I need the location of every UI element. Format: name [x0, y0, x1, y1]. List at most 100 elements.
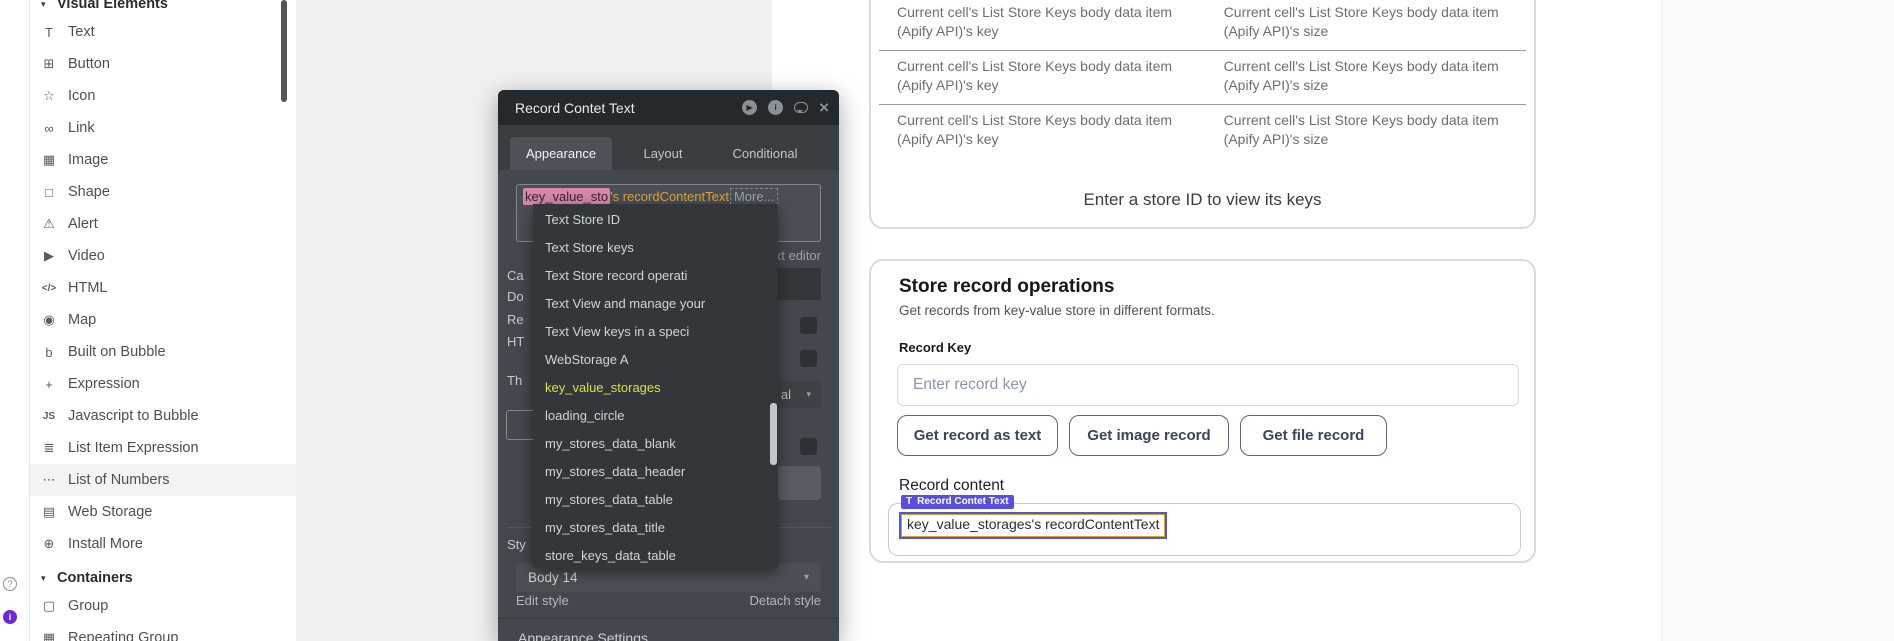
dropdown-item-my-stores-data-table[interactable]: my_stores_data_table [533, 486, 778, 514]
dropdown-item-text-store-record-operati[interactable]: Text Store record operati [533, 262, 778, 290]
dropdown-item-loading-circle[interactable]: loading_circle [533, 402, 778, 430]
storage-icon: ▤ [39, 504, 59, 520]
tab-layout[interactable]: Layout [612, 137, 714, 170]
sidebar-section-label: Visual Elements [57, 0, 168, 12]
record-key-input[interactable] [897, 364, 1519, 406]
sidebar-item-button[interactable]: ⊞Button [30, 48, 296, 80]
sidebar-item-text[interactable]: TText [30, 16, 296, 48]
preview-icon[interactable]: ▶ [742, 100, 757, 115]
sidebar-item-web-storage[interactable]: ▤Web Storage [30, 496, 296, 528]
field-label-fragment-th: Th [507, 373, 522, 388]
property-inspector-panel[interactable]: Record Contet Text ▶ i × AppearanceLayou… [498, 90, 839, 641]
store-keys-card[interactable]: Current cell's List Store Keys body data… [869, 0, 1536, 229]
get-file-record-button[interactable]: Get file record [1240, 415, 1387, 456]
size-cell: Current cell's List Store Keys body data… [1224, 57, 1508, 104]
dropdown-item-my-stores-data-header[interactable]: my_stores_data_header [533, 458, 778, 486]
edit-style-link[interactable]: Edit style [516, 593, 569, 608]
field-label-fragment-sty: Sty [507, 537, 526, 552]
detach-style-link[interactable]: Detach style [749, 593, 821, 608]
sidebar-item-map[interactable]: ◉ Map [30, 304, 296, 336]
close-icon[interactable]: × [819, 100, 829, 115]
sidebar-item-built-on-bubble[interactable]: bBuilt on Bubble [30, 336, 296, 368]
dropdown-item-my-stores-data-title[interactable]: my_stores_data_title [533, 514, 778, 542]
sidebar-item-label: Shape [68, 184, 110, 200]
intercom-icon[interactable]: i [3, 610, 17, 624]
comment-icon[interactable] [794, 102, 808, 113]
panel-header[interactable]: Record Contet Text ▶ i × [498, 90, 839, 125]
sidebar-item-icon[interactable]: ☆Icon [30, 80, 296, 112]
checkbox-1[interactable] [800, 317, 817, 334]
sidebar-item-label: Text [68, 24, 95, 40]
sidebar-item-list-of-numbers[interactable]: ⋯ List of Numbers [30, 464, 296, 496]
size-cell: Current cell's List Store Keys body data… [1224, 3, 1508, 50]
sidebar-scrollbar[interactable] [281, 0, 287, 102]
sidebar-item-javascript-to-bubble[interactable]: JSJavascript to Bubble [30, 400, 296, 432]
map-pin-icon: ◉ [39, 312, 59, 328]
selected-element-badge: T Record Contet Text [901, 495, 1014, 509]
card-subtitle: Get records from key-value store in diff… [899, 303, 1215, 318]
dropdown-item-webstorage-a[interactable]: WebStorage A [533, 346, 778, 374]
sidebar-item-expression[interactable]: +Expression [30, 368, 296, 400]
plus-icon: + [39, 377, 59, 392]
sidebar-item-label: Button [68, 56, 110, 72]
dropdown-item-my-stores-data-blank[interactable]: my_stores_data_blank [533, 430, 778, 458]
chevron-down-icon: ▾ [806, 381, 811, 408]
help-icon[interactable]: ? [3, 577, 17, 591]
keys-table-row: Current cell's List Store Keys body data… [871, 0, 1534, 50]
get-record-as-text-button[interactable]: Get record as text [897, 415, 1058, 456]
sidebar-item-label: Alert [68, 216, 98, 232]
tab-conditional[interactable]: Conditional [714, 137, 816, 170]
expression-suffix[interactable]: 's recordContentText [610, 189, 729, 204]
sidebar-item-video[interactable]: ▶Video [30, 240, 296, 272]
star-icon: ☆ [39, 88, 59, 104]
repeating-group-icon: ▦ [39, 630, 59, 641]
expression-more-link[interactable]: More... [730, 188, 778, 205]
ellipsis-icon: ⋯ [39, 472, 59, 488]
dropdown-scrollbar[interactable] [770, 403, 777, 465]
selected-text-element[interactable]: key_value_storages's recordContentText [901, 514, 1165, 537]
dropdown-item-key-value-storages[interactable]: key_value_storages [533, 374, 778, 402]
sidebar-section-header[interactable]: ▾Visual Elements [30, 0, 296, 16]
dropdown-item-text-view-keys-in-a-speci[interactable]: Text View keys in a speci [533, 318, 778, 346]
sidebar-item-image[interactable]: ▦Image [30, 144, 296, 176]
sidebar-item-label: Map [68, 312, 96, 328]
chevron-down-icon: ▾ [804, 563, 809, 592]
dropdown-item-text-view-and-manage-your[interactable]: Text View and manage your [533, 290, 778, 318]
sidebar-item-repeating-group[interactable]: ▦Repeating Group [30, 622, 296, 641]
dropdown-item-text-store-id[interactable]: Text Store ID [533, 206, 778, 234]
sidebar-item-label: Install More [68, 536, 143, 552]
dropdown-item-store-keys-data-table[interactable]: store_keys_data_table [533, 542, 778, 570]
autocomplete-dropdown: Text Store IDText Store keysText Store r… [533, 204, 778, 568]
sidebar-item-group[interactable]: ▢Group [30, 590, 296, 622]
expression-pill-selected[interactable]: key_value_sto [523, 188, 610, 205]
sidebar-item-install-more[interactable]: ⊕ Install More [30, 528, 296, 560]
checkbox-2[interactable] [800, 350, 817, 367]
sidebar-item-shape[interactable]: □ Shape [30, 176, 296, 208]
record-content-label: Record content [899, 477, 1004, 495]
install-more-icon: ⊕ [39, 536, 59, 552]
info-icon[interactable]: i [768, 100, 783, 115]
element-palette-sidebar: ▾Visual ElementsTText⊞Button☆Icon∞Link▦I… [30, 0, 296, 641]
dropdown-item-text-store-keys[interactable]: Text Store keys [533, 234, 778, 262]
sidebar-item-link[interactable]: ∞Link [30, 112, 296, 144]
store-record-operations-card[interactable]: Store record operations Get records from… [869, 259, 1536, 563]
sidebar-section-header[interactable]: ▾Containers [30, 566, 296, 590]
bubble-icon: b [39, 345, 59, 360]
get-image-record-button[interactable]: Get image record [1069, 415, 1229, 456]
sidebar-item-alert[interactable]: ⚠ Alert [30, 208, 296, 240]
field-label-fragment-do: Do [507, 289, 524, 304]
sidebar-item-list-item-expression[interactable]: ≣List Item Expression [30, 432, 296, 464]
sidebar-item-label: Group [68, 598, 108, 614]
alert-icon: ⚠ [39, 216, 59, 232]
sidebar-item-label: List of Numbers [68, 472, 170, 488]
text-editor-link-fragment[interactable]: xt editor [775, 248, 821, 263]
checkbox-3[interactable] [800, 438, 817, 455]
panel-section-divider [498, 618, 839, 619]
sidebar-item-html[interactable]: </>HTML [30, 272, 296, 304]
field-label-fragment-ht: HT [507, 334, 524, 349]
sidebar-item-label: Javascript to Bubble [68, 408, 199, 424]
key-cell: Current cell's List Store Keys body data… [897, 3, 1200, 50]
selected-element-badge-label: Record Contet Text [917, 495, 1009, 509]
shape-icon: □ [39, 185, 59, 200]
tab-appearance[interactable]: Appearance [510, 137, 612, 170]
